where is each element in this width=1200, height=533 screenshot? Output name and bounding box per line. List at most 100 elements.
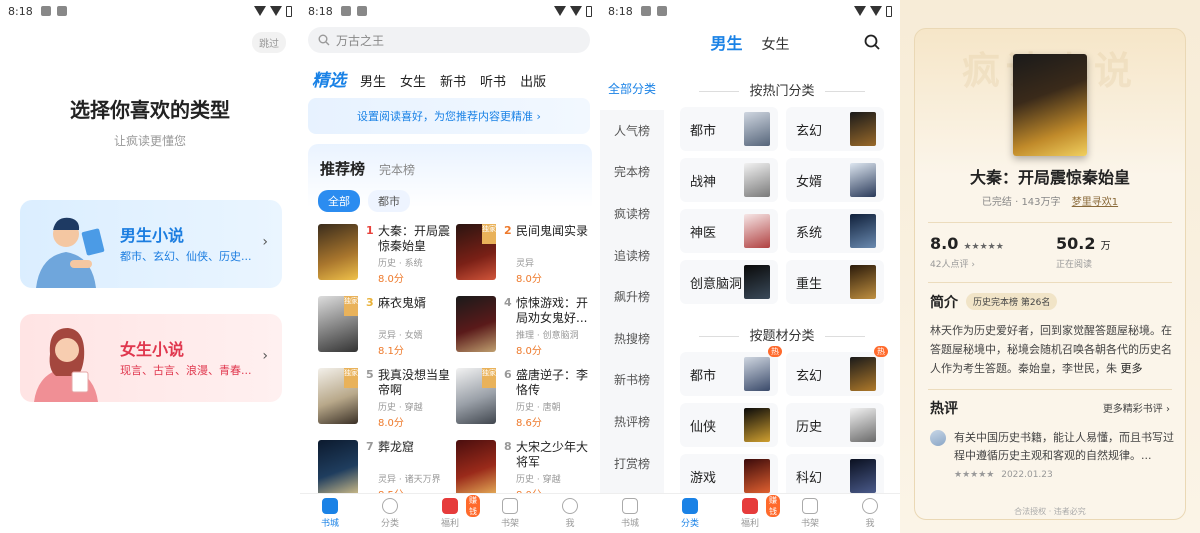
search-input[interactable]: 万古之王 xyxy=(308,27,590,53)
tab-male[interactable]: 男生 xyxy=(360,71,386,90)
category-cell[interactable]: 游戏 xyxy=(680,454,778,498)
battery-icon xyxy=(886,5,892,17)
rank-number: 2 xyxy=(504,224,512,237)
bottom-navigation: 书城 分类 赚钱 福利 书架 我 xyxy=(600,493,900,533)
rank-number: 6 xyxy=(504,368,512,381)
book-meta: 历史 · 穿越 xyxy=(378,403,423,413)
book-title: 麻衣鬼婿 xyxy=(378,296,427,310)
search-placeholder: 万古之王 xyxy=(336,33,385,48)
book-item[interactable]: 1 大秦：开局震惊秦始皇 历史 · 系统 8.0分 xyxy=(318,224,454,288)
sidebar-item[interactable]: 人气榜 xyxy=(600,110,664,152)
wifi-icon xyxy=(854,6,866,16)
avatar[interactable] xyxy=(930,430,946,446)
rater-count: 42人点评 › xyxy=(930,260,975,270)
review-meta: ★★★★★ 2022.01.23 xyxy=(954,470,1053,480)
rating-stat[interactable]: 8.0 ★★★★★ 42人点评 › xyxy=(930,234,1004,270)
male-novel-card[interactable]: 男生小说 都市、玄幻、仙侠、历史... › xyxy=(20,200,282,288)
nav-label: 福利 xyxy=(740,519,759,529)
category-cover xyxy=(850,112,876,146)
divider xyxy=(928,389,1172,390)
chip-all[interactable]: 全部 xyxy=(318,190,360,212)
nav-me[interactable]: 我 xyxy=(840,494,900,533)
book-title: 惊悚游戏：开局劝女鬼好... xyxy=(516,296,589,325)
more-link[interactable]: 更多 xyxy=(1121,362,1143,375)
category-cover xyxy=(744,214,770,248)
sidebar-item[interactable]: 热评榜 xyxy=(600,401,664,443)
section-title-theme: 按题材分类 xyxy=(664,325,900,344)
tab-female[interactable]: 女生 xyxy=(400,71,426,90)
chip-urban[interactable]: 都市 xyxy=(368,190,410,212)
grid-icon xyxy=(382,498,398,514)
category-name: 创意脑洞 xyxy=(690,277,743,292)
tab-female[interactable]: 女生 xyxy=(762,37,790,53)
book-score: 8.0分 xyxy=(378,418,404,429)
tab-audio[interactable]: 听书 xyxy=(480,71,506,90)
tab-publish[interactable]: 出版 xyxy=(520,71,546,90)
tab-featured[interactable]: 精选 xyxy=(312,66,346,91)
category-cover xyxy=(850,459,876,493)
female-novel-card[interactable]: 女生小说 现言、古言、浪漫、青春... › xyxy=(20,314,282,402)
category-cell[interactable]: 仙侠 xyxy=(680,403,778,447)
category-cell[interactable]: 玄幻 热 xyxy=(786,346,888,396)
battery-icon xyxy=(586,5,592,17)
tab-new[interactable]: 新书 xyxy=(440,71,466,90)
book-item[interactable]: 独家 6 盛唐逆子：李恪传 历史 · 唐朝 8.6分 xyxy=(456,368,592,432)
book-item[interactable]: 独家 2 民间鬼闻实录 灵异 8.0分 xyxy=(456,224,592,288)
category-cell[interactable]: 神医 xyxy=(680,209,778,253)
tab-male[interactable]: 男生 xyxy=(710,34,742,53)
rank-number: 7 xyxy=(366,440,374,453)
sidebar-item[interactable]: 热搜榜 xyxy=(600,318,664,360)
preference-banner[interactable]: 设置阅读喜好，为您推荐内容更精准 › xyxy=(308,98,590,134)
book-score: 8.0分 xyxy=(516,274,542,285)
sidebar-item[interactable]: 完本榜 xyxy=(600,151,664,193)
skip-button[interactable]: 跳过 xyxy=(252,32,286,53)
book-title: 我真没想当皇帝啊 xyxy=(378,368,451,397)
category-cover xyxy=(744,357,770,391)
nav-welfare[interactable]: 赚钱 福利 xyxy=(720,494,780,533)
red-packet-icon xyxy=(742,498,758,514)
book-item[interactable]: 4 惊悚游戏：开局劝女鬼好... 推理 · 创意脑洞 8.0分 xyxy=(456,296,592,360)
book-title: 大宋之少年大将军 xyxy=(516,440,589,469)
book-item[interactable]: 独家 3 麻衣鬼婿 灵异 · 女婿 8.1分 xyxy=(318,296,454,360)
nav-bookshelf[interactable]: 书架 xyxy=(480,494,540,533)
category-cell[interactable]: 科幻 xyxy=(786,454,884,498)
category-name: 玄幻 xyxy=(796,124,823,139)
category-cell[interactable]: 系统 xyxy=(786,209,884,253)
rank-badge[interactable]: 历史完本榜 第26名 xyxy=(966,293,1058,310)
category-cover xyxy=(744,163,770,197)
tab-completed-rank[interactable]: 完本榜 xyxy=(379,161,415,178)
book-score: 8.6分 xyxy=(516,418,542,429)
sidebar-item[interactable]: 飙升榜 xyxy=(600,276,664,318)
nav-bookstore[interactable]: 书城 xyxy=(600,494,660,533)
category-cell[interactable]: 都市 xyxy=(680,107,778,151)
more-reviews-link[interactable]: 更多精彩书评 › xyxy=(1103,400,1170,415)
category-cell[interactable]: 玄幻 xyxy=(786,107,884,151)
category-cell[interactable]: 女婿 xyxy=(786,158,884,202)
book-item[interactable]: 独家 5 我真没想当皇帝啊 历史 · 穿越 8.0分 xyxy=(318,368,454,432)
category-cell[interactable]: 战神 xyxy=(680,158,778,202)
sidebar-item[interactable]: 打赏榜 xyxy=(600,442,664,484)
nav-bookstore[interactable]: 书城 xyxy=(300,494,360,533)
copyright-footer: 合法授权 · 违者必究 xyxy=(1014,507,1086,516)
book-cover xyxy=(456,440,496,496)
nav-welfare[interactable]: 赚钱 福利 xyxy=(420,494,480,533)
sidebar-item-all[interactable]: 全部分类 xyxy=(600,68,664,110)
book-meta: 灵异 xyxy=(516,259,535,269)
sidebar-item[interactable]: 追读榜 xyxy=(600,234,664,276)
notification-icon xyxy=(56,6,67,16)
tab-recommend-rank[interactable]: 推荐榜 xyxy=(320,158,365,179)
search-icon[interactable] xyxy=(864,34,880,50)
nav-category[interactable]: 分类 xyxy=(360,494,420,533)
app-showcase: 8:18 跳过 选择你喜欢的类型 让疯读更懂您 男生小说 都市、玄幻、仙侠、历史… xyxy=(0,0,1200,533)
nav-bookshelf[interactable]: 书架 xyxy=(780,494,840,533)
category-cell[interactable]: 重生 xyxy=(786,260,884,304)
nav-me[interactable]: 我 xyxy=(540,494,600,533)
category-name: 战神 xyxy=(690,175,717,190)
category-cell[interactable]: 都市 热 xyxy=(680,346,782,396)
author-link[interactable]: 梦里寻欢1 xyxy=(1072,197,1118,208)
category-cell[interactable]: 创意脑洞 xyxy=(680,260,778,304)
nav-category[interactable]: 分类 xyxy=(660,494,720,533)
sidebar-item[interactable]: 疯读榜 xyxy=(600,193,664,235)
category-cell[interactable]: 历史 xyxy=(786,403,884,447)
sidebar-item[interactable]: 新书榜 xyxy=(600,359,664,401)
